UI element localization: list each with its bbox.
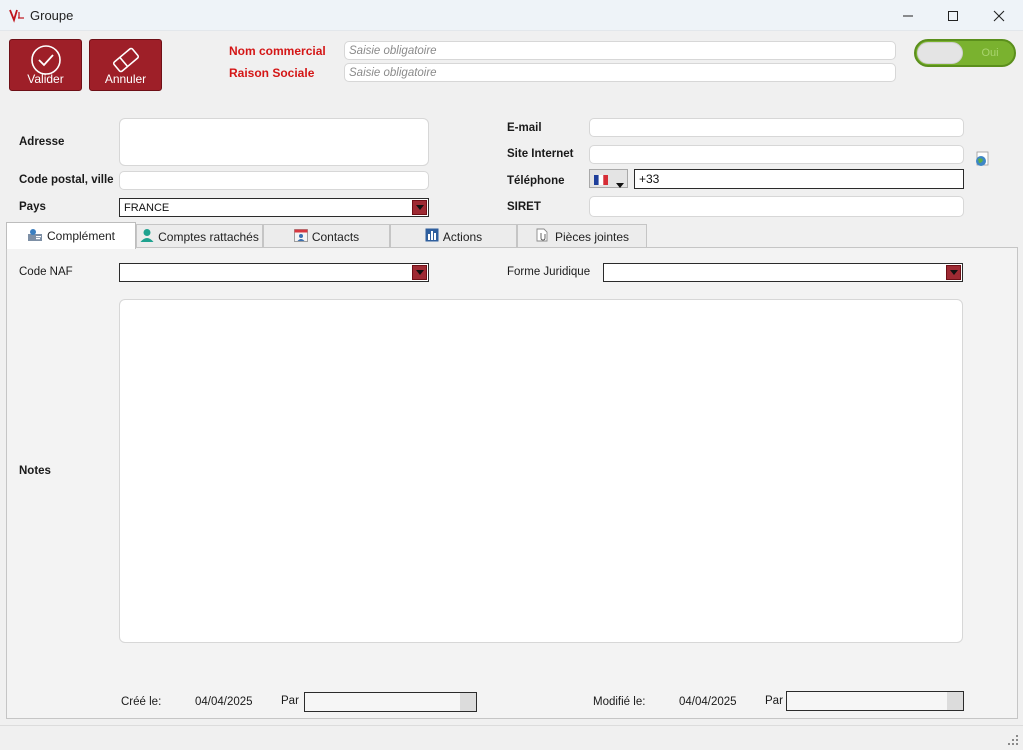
toggle-label: Oui xyxy=(981,47,999,59)
siret-label: SIRET xyxy=(507,201,541,213)
toggle-knob xyxy=(917,42,963,64)
country-value: FRANCE xyxy=(124,202,170,214)
tab-complement[interactable]: Complément xyxy=(6,222,136,249)
siret-input[interactable] xyxy=(589,196,964,217)
attachment-document-icon xyxy=(535,228,551,245)
legal-form-select[interactable] xyxy=(603,263,963,282)
minimize-button[interactable] xyxy=(885,0,931,31)
contact-calendar-icon xyxy=(293,228,308,245)
phone-input[interactable] xyxy=(634,169,964,189)
user-card-icon xyxy=(27,228,43,245)
created-label: Créé le: xyxy=(121,696,162,708)
country-select[interactable]: FRANCE xyxy=(119,198,429,217)
active-toggle[interactable]: Oui xyxy=(914,39,1016,67)
validate-label: Valider xyxy=(27,72,64,86)
website-label: Site Internet xyxy=(507,148,574,160)
app-logo-icon xyxy=(8,6,26,24)
chevron-down-icon[interactable] xyxy=(412,265,427,280)
tab-actions[interactable]: Actions xyxy=(390,224,517,248)
notes-textarea[interactable] xyxy=(119,299,963,643)
notes-label: Notes xyxy=(19,465,51,477)
chevron-down-icon[interactable] xyxy=(946,265,961,280)
modified-by-scroll xyxy=(947,692,963,710)
globe-icon[interactable] xyxy=(974,151,990,167)
address-input[interactable] xyxy=(119,118,429,166)
modified-by-field xyxy=(786,691,964,711)
legal-form-label: Forme Juridique xyxy=(507,266,591,278)
naf-code-select[interactable] xyxy=(119,263,429,282)
website-input[interactable] xyxy=(589,145,964,164)
close-button[interactable] xyxy=(976,0,1022,31)
tab-complement-label: Complément xyxy=(46,229,116,243)
tab-contacts-label: Contacts xyxy=(311,229,360,244)
cancel-button[interactable]: Annuler xyxy=(89,39,162,91)
modified-label: Modifié le: xyxy=(593,696,646,708)
tab-contacts[interactable]: Contacts xyxy=(263,224,390,248)
user-icon xyxy=(140,228,154,245)
created-by-scroll xyxy=(460,693,476,711)
country-label: Pays xyxy=(19,201,46,213)
created-by-field xyxy=(304,692,477,712)
resize-grip-icon[interactable] xyxy=(1005,732,1019,746)
chevron-down-icon[interactable] xyxy=(412,200,427,215)
postal-city-input[interactable] xyxy=(119,171,429,190)
trade-name-input[interactable] xyxy=(344,41,896,60)
cancel-label: Annuler xyxy=(104,72,147,86)
modified-date: 04/04/2025 xyxy=(679,696,737,708)
address-label: Adresse xyxy=(19,136,65,148)
phone-country-select[interactable] xyxy=(589,169,628,188)
modified-by-label: Par xyxy=(765,695,783,707)
tab-linked-accounts-label: Comptes rattachés xyxy=(158,229,259,244)
email-input[interactable] xyxy=(589,118,964,137)
email-label: E-mail xyxy=(507,122,542,134)
bar-chart-icon xyxy=(425,228,439,245)
title-bar: Groupe xyxy=(0,0,1023,31)
naf-code-label: Code NAF xyxy=(19,266,73,278)
france-flag-icon xyxy=(594,174,608,185)
legal-name-label: Raison Sociale xyxy=(229,66,315,80)
status-divider xyxy=(0,725,1023,726)
created-date: 04/04/2025 xyxy=(195,696,253,708)
tab-linked-accounts[interactable]: Comptes rattachés xyxy=(136,224,263,248)
phone-label: Téléphone xyxy=(507,175,565,187)
postal-city-label: Code postal, ville xyxy=(19,174,114,186)
chevron-down-icon xyxy=(616,177,624,191)
tab-actions-label: Actions xyxy=(442,229,483,244)
legal-name-input[interactable] xyxy=(344,63,896,82)
maximize-button[interactable] xyxy=(930,0,976,31)
validate-button[interactable]: Valider xyxy=(9,39,82,91)
trade-name-label: Nom commercial xyxy=(229,44,326,58)
created-by-label: Par xyxy=(281,695,299,707)
tab-attachments-label: Pièces jointes xyxy=(554,229,630,244)
tab-attachments[interactable]: Pièces jointes xyxy=(517,224,647,248)
window-title: Groupe xyxy=(30,8,74,23)
